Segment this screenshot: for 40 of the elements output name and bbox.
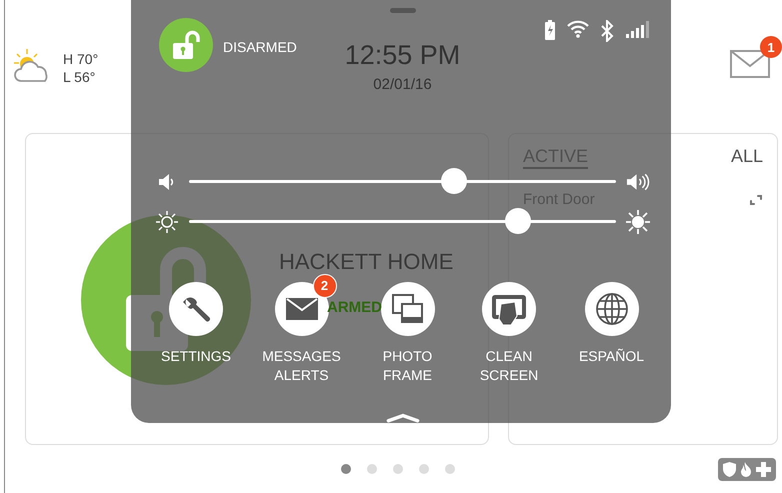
- shortcut-label: ESPAÑOL: [578, 346, 644, 366]
- page-dot[interactable]: [366, 464, 376, 474]
- shield-icon: [722, 462, 736, 476]
- low-temperature: L 56°: [63, 68, 96, 86]
- envelope-icon[interactable]: [730, 50, 770, 78]
- plus-icon: [756, 462, 772, 476]
- emergency-button[interactable]: [718, 458, 776, 480]
- slider-thumb[interactable]: [504, 208, 531, 234]
- filter-tab[interactable]: ALL: [730, 146, 763, 169]
- page-dot[interactable]: [392, 464, 402, 474]
- battery-icon: [545, 20, 555, 40]
- sun-icon: [626, 210, 650, 234]
- page-dot[interactable]: [444, 464, 454, 474]
- clock-time: 12:55 PM: [344, 40, 460, 72]
- shortcut-label: CLEAN SCREEN: [480, 346, 538, 385]
- speaker-loud-icon: [626, 172, 650, 192]
- shortcut-label: SETTINGS: [160, 346, 231, 366]
- messages-shortcut-button[interactable]: [274, 282, 328, 336]
- partition-name: HACKETT HOME: [279, 248, 454, 274]
- open-padlock-icon: [172, 30, 200, 60]
- envelope-icon: [286, 298, 318, 320]
- clock-date: 02/01/16: [373, 76, 432, 94]
- speaker-icon: [158, 172, 176, 191]
- globe-icon: [594, 292, 628, 326]
- message-count-badge: 1: [760, 36, 782, 58]
- bluetooth-icon: [601, 20, 614, 42]
- drag-handle[interactable]: [390, 8, 416, 14]
- shortcut-label: PHOTO FRAME: [382, 346, 432, 385]
- high-temperature: H 70°: [63, 50, 98, 68]
- page-dot[interactable]: [418, 464, 428, 474]
- flame-icon: [739, 462, 752, 476]
- photo-frames-icon: [392, 294, 424, 324]
- system-status: DISARMED: [223, 39, 297, 56]
- sun-outline-icon: [156, 210, 178, 233]
- signal-bars-icon: [626, 20, 650, 38]
- wifi-icon: [567, 20, 589, 38]
- slider-thumb[interactable]: [440, 168, 467, 194]
- page-dot[interactable]: [340, 464, 350, 474]
- count-badge: 2: [312, 274, 336, 298]
- shortcut-label: MESSAGES ALERTS: [262, 346, 341, 385]
